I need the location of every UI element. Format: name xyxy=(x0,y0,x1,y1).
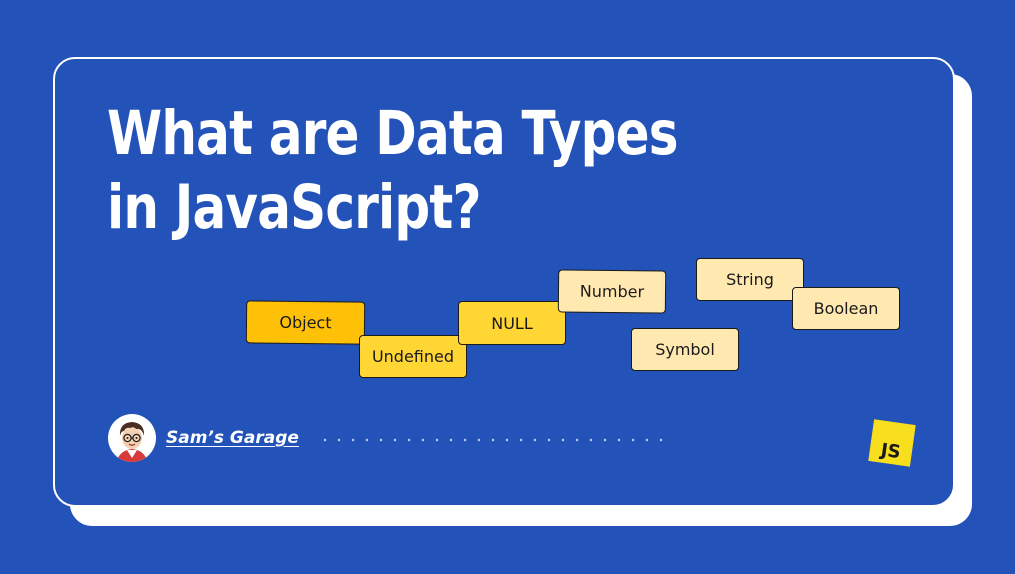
tag-boolean: Boolean xyxy=(792,287,900,330)
page-title: What are Data Types in JavaScript? xyxy=(107,97,679,245)
dotted-divider xyxy=(318,438,663,442)
javascript-logo-icon: JS xyxy=(868,419,916,467)
title-line-1: What are Data Types xyxy=(107,98,679,169)
banner-card: What are Data Types in JavaScript? Objec… xyxy=(53,57,955,507)
cartoon-avatar-icon xyxy=(108,414,156,462)
tag-symbol: Symbol xyxy=(631,328,739,371)
tag-object: Object xyxy=(245,300,366,345)
tag-null: NULL xyxy=(458,301,566,345)
tag-undefined: Undefined xyxy=(359,335,467,378)
author-name[interactable]: Sam’s Garage xyxy=(166,428,299,448)
tag-number: Number xyxy=(557,269,667,314)
author-block: Sam’s Garage xyxy=(108,414,299,462)
tag-string: String xyxy=(696,258,804,301)
title-line-2: in JavaScript? xyxy=(107,172,481,243)
